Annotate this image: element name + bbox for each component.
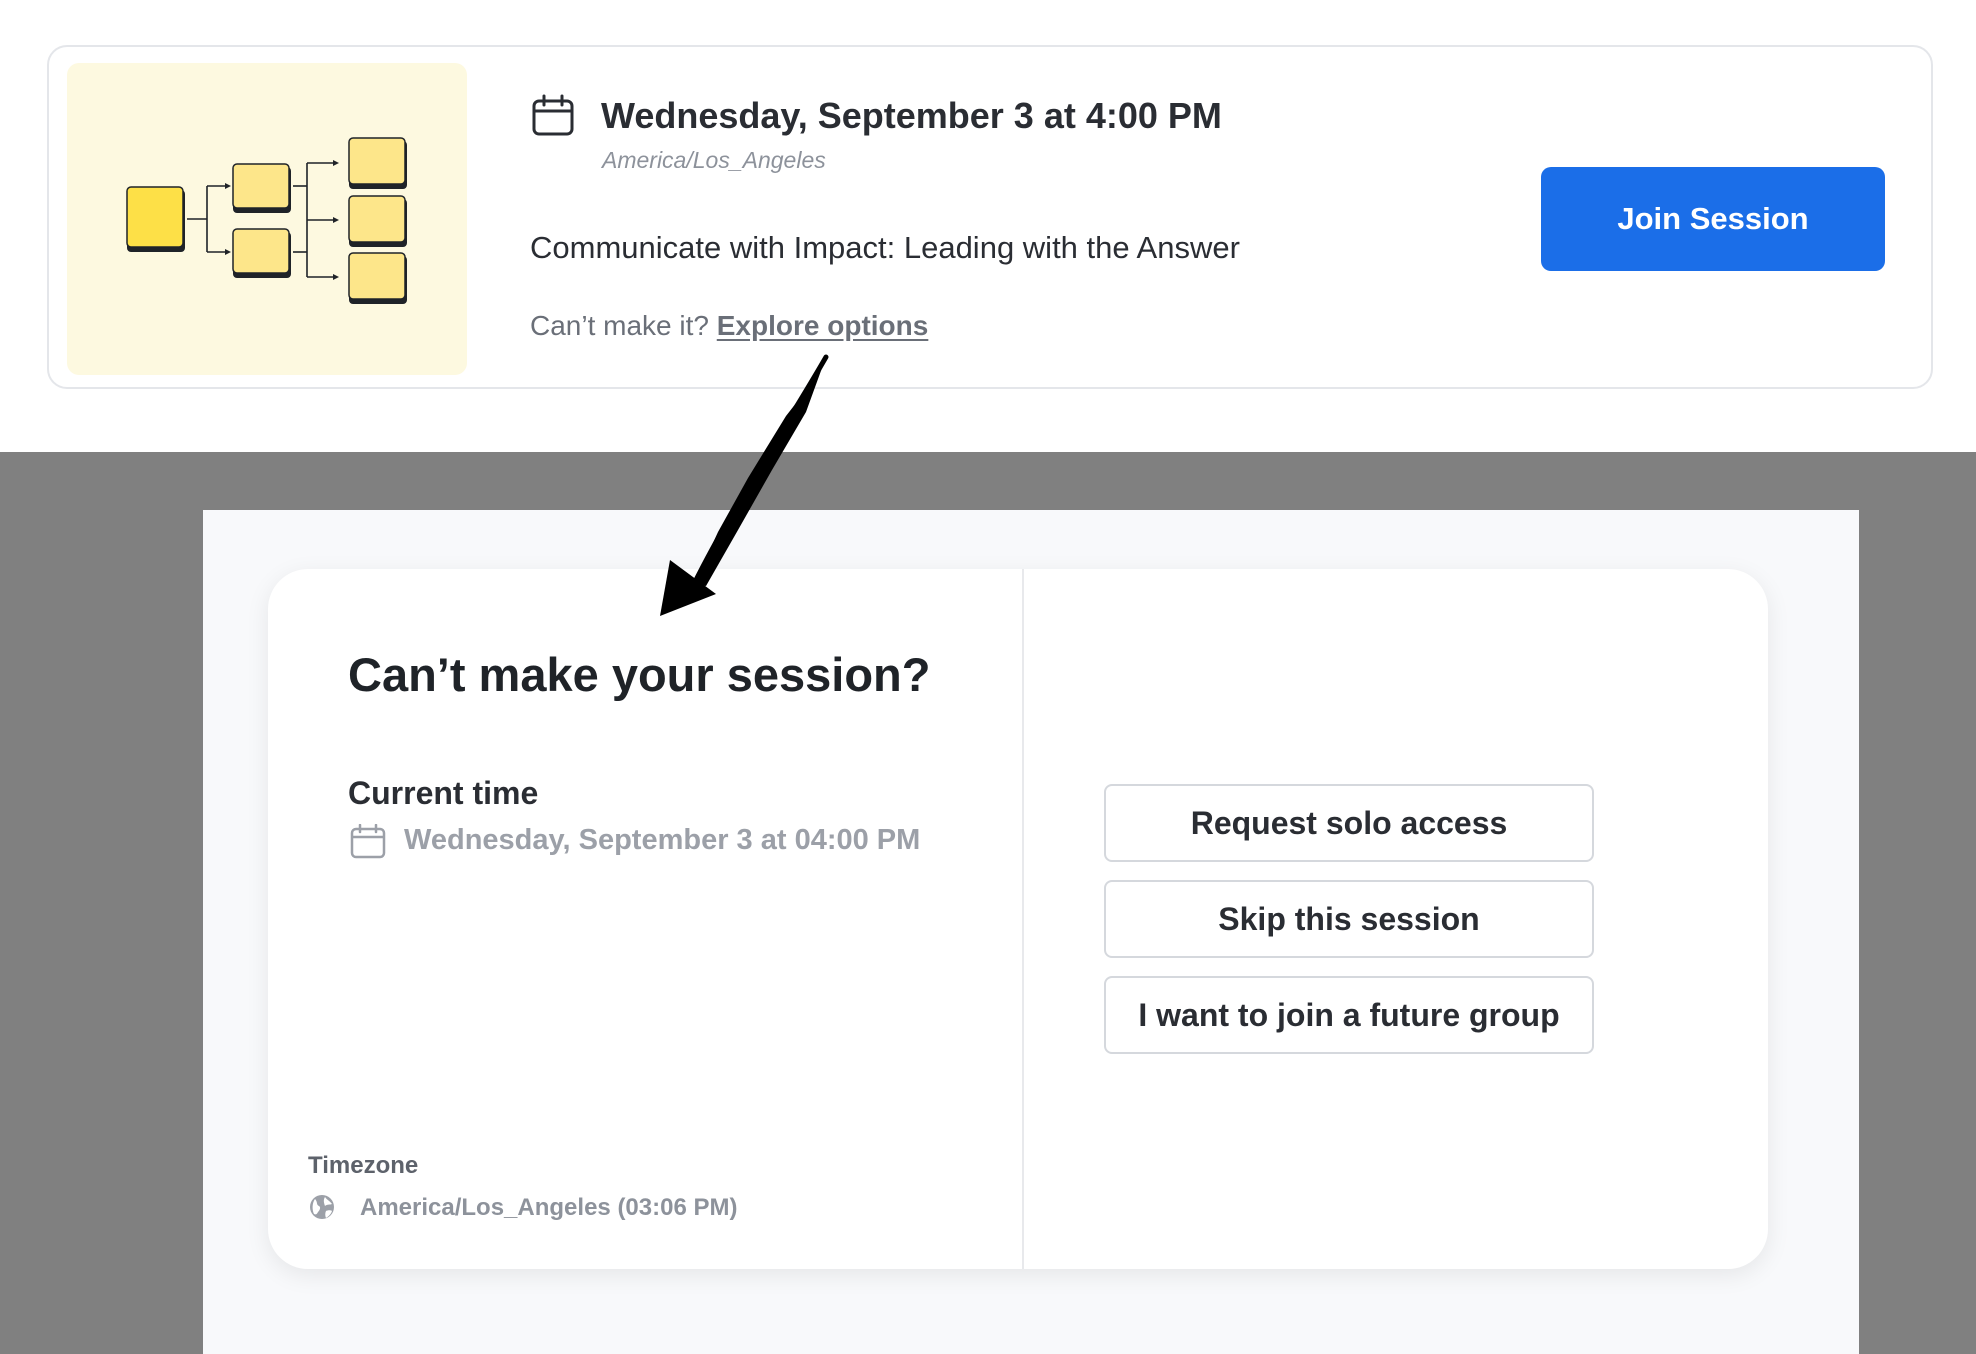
current-time-label: Current time: [348, 775, 539, 811]
tree-diagram-illustration: [126, 137, 407, 304]
calendar-icon: [532, 94, 574, 136]
globe-icon: [310, 1195, 334, 1219]
dialog-title: Can’t make your session?: [348, 648, 931, 701]
calendar-icon: [350, 824, 386, 859]
explore-options-link[interactable]: Explore options: [717, 310, 929, 341]
skip-session-button[interactable]: Skip this session: [1104, 880, 1594, 958]
cant-make-session-dialog: Can’t make your session? Current time We…: [268, 569, 1768, 1269]
timezone-value: America/Los_Angeles (03:06 PM): [360, 1194, 738, 1221]
cant-make-it-row: Can’t make it? Explore options: [530, 310, 928, 342]
session-thumbnail: [67, 63, 467, 375]
dialog-divider: [1022, 569, 1024, 1269]
session-title: Communicate with Impact: Leading with th…: [530, 230, 1240, 265]
request-solo-access-button[interactable]: Request solo access: [1104, 784, 1594, 862]
join-future-group-button[interactable]: I want to join a future group: [1104, 976, 1594, 1054]
join-session-button[interactable]: Join Session: [1541, 167, 1885, 271]
cant-make-it-text: Can’t make it?: [530, 310, 709, 341]
current-time-value: Wednesday, September 3 at 04:00 PM: [404, 824, 921, 856]
timezone-label: Timezone: [308, 1152, 419, 1179]
session-datetime: Wednesday, September 3 at 4:00 PM: [601, 95, 1222, 136]
session-timezone: America/Los_Angeles: [602, 147, 826, 173]
session-card: Wednesday, September 3 at 4:00 PM Americ…: [47, 45, 1933, 389]
